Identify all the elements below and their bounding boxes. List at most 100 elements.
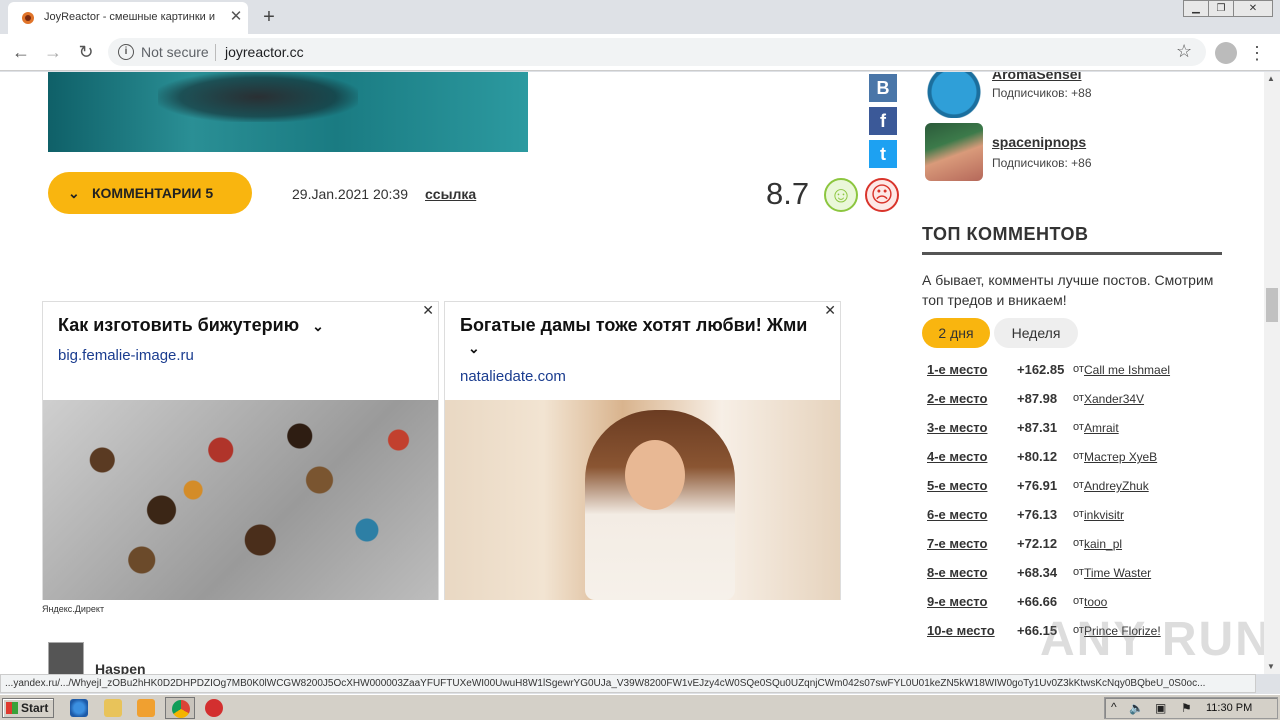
rank-place[interactable]: 5-е место: [927, 478, 987, 493]
folder-icon[interactable]: [104, 699, 122, 717]
rank-from: от: [1073, 450, 1084, 462]
restore-button[interactable]: ❐: [1208, 0, 1234, 17]
bookmark-star-icon[interactable]: ☆: [1176, 41, 1192, 62]
rank-user[interactable]: AndreyZhuk: [1084, 479, 1149, 493]
subscriber-count-2: Подписчиков: +86: [992, 156, 1092, 170]
browser-menu-icon[interactable]: ⋮: [1248, 40, 1266, 66]
rank-user[interactable]: kain_pl: [1084, 537, 1122, 551]
rank-score: +76.91: [1017, 478, 1058, 493]
url-text[interactable]: joyreactor.cc: [225, 44, 304, 60]
new-tab-button[interactable]: +: [256, 5, 282, 29]
chevron-down-icon[interactable]: ⌄: [468, 340, 480, 356]
post-link[interactable]: ссылка: [425, 186, 476, 202]
chevron-down-icon[interactable]: ⌄: [312, 318, 324, 334]
rank-place[interactable]: 7-е место: [927, 536, 987, 551]
ad-close-icon[interactable]: ✕: [824, 302, 836, 319]
post-image-figure: [158, 72, 358, 122]
ad-domain-1[interactable]: big.femalie-image.ru: [58, 347, 194, 364]
start-button[interactable]: Start: [2, 698, 54, 718]
comments-button[interactable]: ⌄ КОММЕНТАРИИ 5: [48, 172, 252, 214]
vote-down-sad-icon[interactable]: ☹: [865, 178, 899, 212]
ad-title-text-2: Богатые дамы тоже хотят любви! Жми: [460, 315, 808, 335]
comments-label: КОММЕНТАРИИ 5: [92, 185, 214, 201]
window-close-button[interactable]: ✕: [1233, 0, 1273, 17]
browser-toolbar: ← → ↻ i Not secure joyreactor.cc ☆: [0, 34, 1280, 71]
page-scrollbar[interactable]: ▲ ▼: [1264, 72, 1280, 674]
volume-icon[interactable]: 🔈: [1129, 701, 1144, 715]
tab-2-days[interactable]: 2 дня: [922, 318, 990, 348]
joyreactor-favicon-icon: [22, 12, 34, 24]
back-icon[interactable]: ←: [9, 40, 33, 64]
vk-share-icon[interactable]: B: [869, 74, 897, 102]
tray-expand-icon[interactable]: ^: [1111, 700, 1117, 714]
windows-taskbar: Start ^ 🔈 ▣ ⚑ 11:30 PM: [0, 694, 1280, 720]
ad-domain-2[interactable]: nataliedate.com: [460, 368, 566, 385]
rank-place[interactable]: 9-е место: [927, 594, 987, 609]
rank-user[interactable]: Time Waster: [1084, 566, 1151, 580]
ad-block-2[interactable]: Богатые дамы тоже хотят любви! Жми ⌄ ✕ n…: [444, 301, 841, 600]
address-bar[interactable]: i Not secure joyreactor.cc ☆: [108, 38, 1206, 66]
top-comments-heading: ТОП КОММЕНТОВ: [922, 224, 1089, 244]
facebook-share-icon[interactable]: f: [869, 107, 897, 135]
avatar[interactable]: [925, 72, 983, 118]
rank-place[interactable]: 6-е место: [927, 507, 987, 522]
rank-user[interactable]: Amrait: [1084, 421, 1119, 435]
avatar[interactable]: [925, 123, 983, 181]
rank-user[interactable]: tooo: [1084, 595, 1107, 609]
tab-week[interactable]: Неделя: [994, 318, 1078, 348]
rank-user[interactable]: Call me Ishmael: [1084, 363, 1170, 377]
scroll-down-icon[interactable]: ▼: [1267, 662, 1275, 671]
rank-user[interactable]: Xander34V: [1084, 392, 1144, 406]
rank-place[interactable]: 3-е место: [927, 420, 987, 435]
rank-from: от: [1073, 595, 1084, 607]
status-url-bubble: ...yandex.ru/.../WhyejI_zOBu2hHK0D2DHPDZ…: [0, 674, 1256, 693]
post-rating: 8.7: [766, 176, 810, 211]
network-icon[interactable]: ▣: [1155, 701, 1166, 715]
page-content: B f t ⌄ КОММЕНТАРИИ 5 29.Jan.2021 20:39 …: [0, 72, 1264, 674]
comment-author[interactable]: Haspen: [95, 661, 146, 674]
scroll-up-icon[interactable]: ▲: [1267, 74, 1275, 83]
scrollbar-thumb[interactable]: [1266, 288, 1278, 322]
tab-close-icon[interactable]: ✕: [226, 7, 246, 27]
browser-tab[interactable]: JoyReactor - смешные картинки и ✕: [8, 2, 248, 34]
clock[interactable]: 11:30 PM: [1206, 702, 1252, 714]
heading-divider: [922, 252, 1222, 255]
ad-image-beads[interactable]: [43, 400, 438, 600]
chrome-taskbar-button[interactable]: [165, 697, 195, 719]
forward-icon[interactable]: →: [41, 40, 65, 64]
vote-up-smile-icon[interactable]: ☺: [824, 178, 858, 212]
ad-title-text-1: Как изготовить бижутерию: [58, 315, 300, 335]
chrome-icon: [172, 700, 190, 718]
twitter-share-icon[interactable]: t: [869, 140, 897, 168]
flag-icon[interactable]: ⚑: [1181, 701, 1192, 715]
subscriber-name-2[interactable]: spacenipnops: [992, 134, 1086, 150]
rank-place[interactable]: 8-е место: [927, 565, 987, 580]
rank-user[interactable]: Мастер ХуеВ: [1084, 450, 1157, 464]
rank-place[interactable]: 2-е место: [927, 391, 987, 406]
profile-avatar-icon[interactable]: [1215, 42, 1237, 64]
media-player-icon[interactable]: [137, 699, 155, 717]
rank-from: от: [1073, 363, 1084, 375]
reload-icon[interactable]: ↻: [74, 40, 98, 64]
ad-block-1[interactable]: Как изготовить бижутерию ⌄ ✕ big.femalie…: [42, 301, 439, 600]
rank-user[interactable]: inkvisitr: [1084, 508, 1124, 522]
avatar[interactable]: [48, 642, 84, 674]
minimize-button[interactable]: ▁: [1183, 0, 1209, 17]
subscriber-name-1[interactable]: AromaSensei: [992, 72, 1081, 82]
rank-place[interactable]: 4-е место: [927, 449, 987, 464]
opera-icon[interactable]: [205, 699, 223, 717]
not-secure-label: Not secure: [141, 44, 209, 60]
ad-image-woman[interactable]: [445, 400, 840, 600]
yandex-direct-label[interactable]: Яндекс.Директ: [42, 604, 104, 614]
info-icon[interactable]: i: [118, 44, 134, 60]
rank-from: от: [1073, 508, 1084, 520]
internet-explorer-icon[interactable]: [70, 699, 88, 717]
ad-title-1[interactable]: Как изготовить бижутерию ⌄: [58, 314, 428, 337]
rank-place[interactable]: 1-е место: [927, 362, 987, 377]
url-separator: [215, 44, 216, 61]
ad-close-icon[interactable]: ✕: [422, 302, 434, 319]
rank-score: +80.12: [1017, 449, 1058, 464]
rank-place[interactable]: 10-е место: [927, 623, 995, 638]
post-image[interactable]: [48, 72, 528, 152]
ad-title-2[interactable]: Богатые дамы тоже хотят любви! Жми ⌄: [460, 314, 830, 359]
